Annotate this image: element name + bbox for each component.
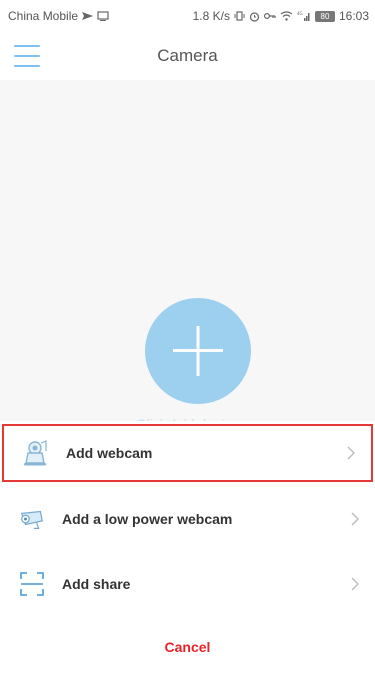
add-low-power-webcam-option[interactable]: Add a low power webcam [0, 490, 375, 548]
app-screen: China Mobile 1.8 K/s 4G 80 16:03 Camera … [0, 0, 375, 675]
alarm-icon [249, 11, 260, 22]
wifi-icon [280, 11, 293, 21]
status-left: China Mobile [8, 9, 109, 23]
scan-share-icon [18, 570, 46, 598]
key-icon [263, 12, 276, 20]
add-webcam-option[interactable]: Add webcam [2, 424, 373, 482]
add-share-label: Add share [62, 576, 131, 592]
menu-line [14, 45, 40, 47]
send-icon [82, 11, 94, 21]
network-speed: 1.8 K/s [192, 9, 230, 23]
screen-cast-icon [97, 11, 109, 21]
menu-line [14, 65, 40, 67]
chevron-right-icon [351, 577, 359, 591]
status-right: 1.8 K/s 4G 80 16:03 [193, 9, 369, 23]
carrier-label: China Mobile [8, 9, 79, 23]
battery-indicator: 80 [314, 10, 335, 22]
svg-text:4G: 4G [297, 11, 303, 16]
cancel-button[interactable]: Cancel [0, 632, 375, 662]
vibrate-icon [234, 11, 245, 21]
app-header: Camera [0, 32, 375, 80]
chevron-right-icon [347, 446, 355, 460]
hamburger-menu-icon[interactable] [14, 45, 40, 67]
signal-icon: 4G [297, 11, 311, 21]
clock: 16:03 [338, 9, 369, 23]
add-share-option[interactable]: Add share [0, 555, 375, 613]
add-webcam-label: Add webcam [66, 445, 153, 461]
add-device-sheet: Add webcam Add a low power webcam Add sh… [0, 421, 375, 675]
add-low-power-webcam-label: Add a low power webcam [62, 511, 233, 527]
webcam-icon [22, 439, 50, 467]
chevron-right-icon [351, 512, 359, 526]
menu-line [14, 55, 40, 57]
low-power-webcam-icon [18, 505, 46, 533]
status-bar: China Mobile 1.8 K/s 4G 80 16:03 [0, 0, 375, 32]
page-title: Camera [157, 46, 218, 65]
